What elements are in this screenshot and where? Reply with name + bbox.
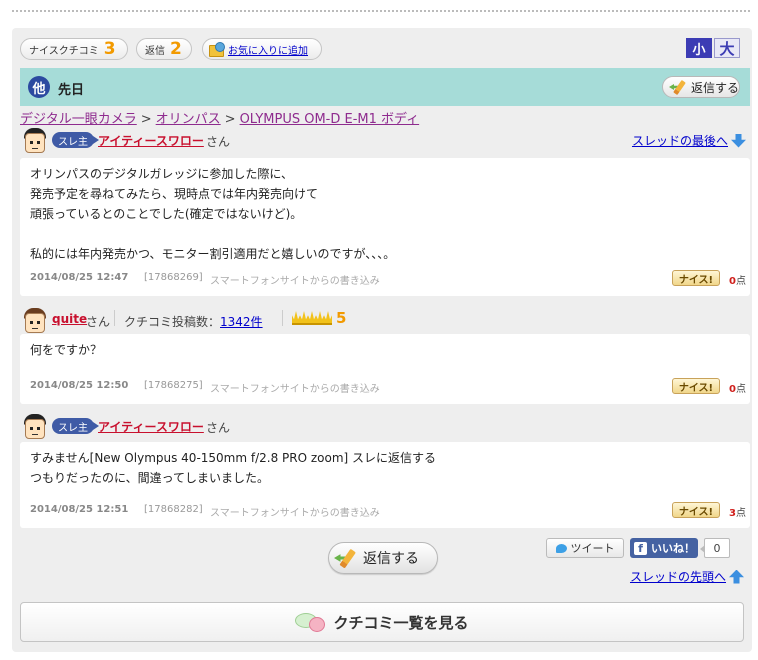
font-size-large-button[interactable]: 大 — [714, 38, 740, 58]
reply-counter: 返信 2 — [136, 38, 192, 60]
user-name-link[interactable]: アイティースワロー — [98, 132, 204, 149]
honorific: さん — [206, 135, 231, 149]
arrow-down-icon — [731, 133, 746, 148]
post-source: スマートフォンサイトからの書き込み — [210, 508, 380, 519]
nice-button[interactable]: ナイス! — [672, 378, 720, 394]
tweet-label: ツイート — [570, 542, 615, 555]
post-header: スレ主 アイティースワロー さん — [20, 414, 750, 442]
twitter-bird-icon — [555, 543, 567, 553]
pencil-icon — [669, 79, 689, 95]
nice-review-label: ナイスクチコミ — [29, 45, 99, 57]
post-id: [17868275] — [144, 380, 203, 391]
post-header: スレ主 アイティースワロー さん スレッドの最後へ — [20, 128, 750, 156]
reply-button-top[interactable]: 返信する — [662, 76, 740, 98]
thread-starter-badge: スレ主 — [52, 418, 99, 434]
breadcrumb-item-product[interactable]: OLYMPUS OM-D E-M1 ボディ — [240, 112, 420, 127]
divider — [114, 310, 115, 326]
user-name-link[interactable]: アイティースワロー — [98, 418, 204, 435]
post-text: 何をですか？ — [30, 343, 103, 357]
reply-button-bottom-label: 返信する — [363, 551, 419, 567]
like-label: いいね！ — [651, 542, 695, 555]
nice-count-unit: 点 — [736, 276, 746, 287]
honorific: さん — [86, 315, 111, 329]
breadcrumb-item-olympus[interactable]: オリンパス — [156, 112, 221, 127]
review-post-count-link[interactable]: 1342件 — [220, 315, 263, 329]
nice-button[interactable]: ナイス! — [672, 270, 720, 286]
nice-count: 0点 — [729, 380, 746, 395]
facebook-icon: f — [634, 541, 647, 555]
reply-count: 2 — [170, 39, 182, 59]
speech-bubble-icon — [295, 613, 326, 632]
breadcrumb-item-digital-slr[interactable]: デジタル一眼カメラ — [20, 112, 137, 127]
user-name-link[interactable]: quite — [52, 312, 87, 326]
post-source: スマートフォンサイトからの書き込み — [210, 384, 380, 395]
jump-to-top-label: スレッドの先頭へ — [629, 570, 726, 584]
nice-count-value: 0 — [729, 276, 736, 287]
post-body: すみません[New Olympus 40-150mm f/2.8 PRO zoo… — [20, 442, 750, 528]
reply-button-bottom[interactable]: 返信する — [328, 542, 438, 574]
avatar — [22, 308, 48, 336]
post-id: [17868282] — [144, 504, 203, 515]
facebook-like-button[interactable]: f いいね！ — [630, 538, 698, 558]
review-post-count: クチコミ投稿数：1342件 — [124, 313, 263, 330]
nice-count: 3点 — [729, 504, 746, 519]
nice-review-counter: ナイスクチコミ 3 — [20, 38, 128, 60]
honorific: さん — [206, 421, 231, 435]
post-text: すみません[New Olympus 40-150mm f/2.8 PRO zoo… — [30, 451, 437, 485]
avatar — [22, 414, 48, 442]
post-id: [17868269] — [144, 272, 203, 283]
like-count: 0 — [700, 538, 730, 558]
nice-count: 0点 — [729, 272, 746, 287]
tweet-button[interactable]: ツイート — [546, 538, 624, 558]
add-favorite-button[interactable]: お気に入りに追加 — [202, 38, 322, 60]
post-body: オリンパスのデジタルガレッジに参加した際に、 発売予定を尋ねてみたら、現時点では… — [20, 158, 750, 296]
divider — [282, 310, 283, 326]
thread-title: 先日 — [58, 83, 85, 98]
jump-to-last-link[interactable]: スレッドの最後へ — [632, 132, 746, 149]
nice-review-count: 3 — [103, 39, 116, 59]
post-source: スマートフォンサイトからの書き込み — [210, 276, 380, 287]
nice-count-unit: 点 — [736, 384, 746, 395]
category-badge: 他 — [28, 76, 50, 98]
view-review-list-label: クチコミ一覧を見る — [333, 613, 469, 632]
reply-button-top-label: 返信する — [691, 80, 740, 95]
view-review-list-button[interactable]: クチコミ一覧を見る — [20, 602, 744, 642]
post-body: 何をですか？ 2014/08/25 12:50 [17868275] スマートフ… — [20, 334, 750, 404]
pencil-icon — [334, 548, 360, 569]
nice-count-value: 3 — [729, 508, 736, 519]
thread-panel: ナイスクチコミ 3 返信 2 お気に入りに追加 小 大 他 先日 返信する デジ… — [12, 28, 752, 652]
post-header: quite さん クチコミ投稿数：1342件 5 — [20, 308, 750, 336]
arrow-up-icon — [729, 569, 744, 584]
add-favorite-link[interactable]: お気に入りに追加 — [228, 42, 308, 57]
thread-title-bar: 他 先日 返信する — [20, 68, 750, 106]
rank-crown-icon — [292, 311, 332, 325]
post-date: 2014/08/25 12:47 — [30, 272, 129, 283]
jump-to-top-link[interactable]: スレッドの先頭へ — [630, 568, 744, 585]
breadcrumb-separator: > — [224, 112, 236, 127]
review-post-count-label: クチコミ投稿数： — [124, 315, 221, 329]
avatar — [22, 128, 48, 156]
thread-toolbar: ナイスクチコミ 3 返信 2 お気に入りに追加 小 大 — [12, 28, 752, 68]
post-date: 2014/08/25 12:50 — [30, 380, 129, 391]
breadcrumb: デジタル一眼カメラ > オリンパス > OLYMPUS OM-D E-M1 ボディ — [20, 108, 419, 127]
post-text: オリンパスのデジタルガレッジに参加した際に、 発売予定を尋ねてみたら、現時点では… — [30, 167, 396, 261]
post-date: 2014/08/25 12:51 — [30, 504, 129, 515]
top-divider — [12, 10, 750, 12]
jump-to-last-label: スレッドの最後へ — [631, 134, 728, 148]
nice-count-unit: 点 — [736, 508, 746, 519]
rank-level: 5 — [336, 309, 347, 327]
font-size-small-button[interactable]: 小 — [686, 38, 712, 58]
folder-icon — [209, 42, 225, 57]
nice-count-value: 0 — [729, 384, 736, 395]
reply-label: 返信 — [145, 45, 165, 57]
nice-button[interactable]: ナイス! — [672, 502, 720, 518]
thread-starter-badge: スレ主 — [52, 132, 99, 148]
breadcrumb-separator: > — [140, 112, 152, 127]
